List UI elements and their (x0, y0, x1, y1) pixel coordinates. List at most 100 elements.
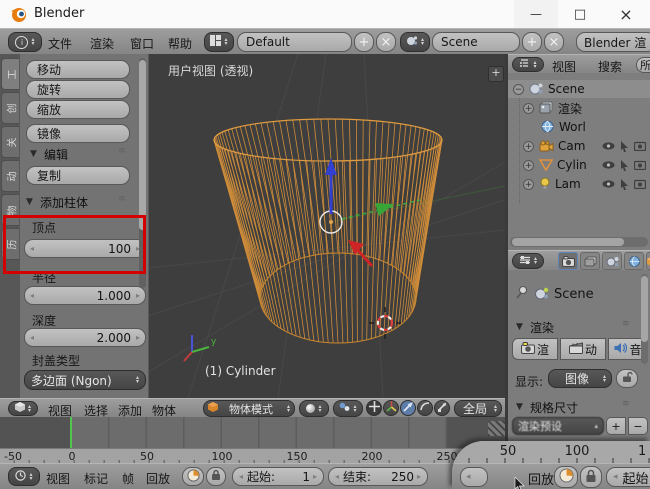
collapse-triangle-icon[interactable]: ▼ (30, 149, 37, 159)
visibility-toggle[interactable] (600, 139, 616, 153)
overlay-ruler[interactable]: 50 100 1 (452, 441, 650, 464)
timeline-menu-playback[interactable]: 回放 (146, 470, 170, 487)
timeline-menu-view[interactable]: 视图 (46, 470, 70, 487)
scene-name-field[interactable]: Scene (432, 32, 520, 52)
scale-button[interactable]: 缩放 (26, 100, 130, 119)
frame-end-field[interactable]: ◂ 结束: 250 ▸ (328, 467, 428, 486)
stepper-left-icon[interactable]: ◂ (335, 472, 339, 481)
depth-slider[interactable]: ◂ 2.000 ▸ (24, 328, 146, 347)
timeline-menu-frame[interactable]: 帧 (122, 470, 134, 487)
scene-browse-button[interactable]: ▴▾ (400, 32, 430, 52)
outliner-filter-dropdown[interactable]: 所 (636, 57, 650, 73)
tool-tab-relations[interactable]: 关 (1, 126, 19, 158)
tab-object[interactable] (646, 252, 650, 270)
selectability-toggle[interactable] (616, 158, 632, 172)
render-still-button[interactable]: 渲 (512, 338, 558, 360)
tool-tab-create[interactable]: 创 (1, 92, 19, 124)
close-button[interactable]: × (602, 0, 650, 28)
region-expand-button[interactable]: + (488, 66, 504, 82)
expand-icon[interactable]: + (523, 103, 534, 114)
mode-dropdown[interactable]: 物体模式 ▴▾ (203, 400, 295, 417)
cap-fill-type-dropdown[interactable]: 多边面 (Ngon) ▴▾ (24, 370, 146, 390)
screen-layout-field[interactable]: Default (237, 32, 352, 52)
dimensions-panel-header[interactable]: 规格尺寸 (530, 399, 578, 416)
lock-button[interactable] (206, 467, 226, 486)
editor-type-timeline-button[interactable]: ▴▾ (8, 467, 40, 486)
selectability-toggle[interactable] (616, 177, 632, 191)
render-toggle[interactable] (632, 158, 648, 172)
overlay-playback-menu[interactable]: 回放 (528, 469, 554, 488)
radius-slider[interactable]: ◂ 1.000 ▸ (24, 286, 146, 305)
scale-manipulator-button[interactable] (417, 400, 433, 416)
overlay-av-sync-button[interactable] (554, 466, 578, 488)
add-layout-button[interactable]: + (354, 32, 374, 52)
selectability-toggle[interactable] (616, 139, 632, 153)
tool-tab-animation[interactable]: 动 (1, 160, 19, 192)
menu-file[interactable]: 文件 (48, 35, 72, 52)
visibility-toggle[interactable] (600, 158, 616, 172)
outliner-row-cylinder[interactable]: + Cylin (508, 156, 650, 174)
rotate-manipulator-button[interactable] (400, 400, 416, 416)
editor-type-3dview-button[interactable]: ▴▾ (8, 401, 38, 416)
add-scene-button[interactable]: + (522, 32, 542, 52)
remove-layout-button[interactable]: × (376, 32, 396, 52)
collapse-triangle-icon[interactable]: ▼ (516, 402, 523, 412)
render-panel-header[interactable]: 渲染 (530, 319, 554, 336)
tab-render-layers[interactable] (580, 252, 600, 270)
outliner-row-scene[interactable]: − Scene (508, 80, 650, 98)
render-toggle[interactable] (632, 139, 648, 153)
frame-start-field[interactable]: ◂ 起始: 1 ▸ (232, 467, 324, 486)
translate-manipulator-button[interactable] (383, 400, 399, 416)
visibility-toggle[interactable] (600, 177, 616, 191)
stepper-right-icon[interactable]: ▸ (136, 333, 140, 342)
rotate-button[interactable]: 旋转 (26, 80, 130, 99)
pivot-point-dropdown[interactable]: ▴▾ (333, 400, 363, 417)
stepper-right-icon[interactable]: ▸ (417, 472, 421, 481)
editor-type-info-button[interactable]: i ▴▾ (8, 32, 42, 52)
render-toggle[interactable] (632, 177, 648, 191)
editor-type-properties-button[interactable]: ▴▾ (512, 253, 544, 269)
stepper-left-icon[interactable]: ◂ (613, 472, 618, 482)
av-sync-button[interactable] (182, 467, 204, 486)
edit-panel-header[interactable]: 编辑 (44, 146, 68, 163)
menu-help[interactable]: 帮助 (168, 35, 192, 52)
overlay-frame-start-field[interactable]: ◂ 起始: (606, 467, 650, 487)
collapse-triangle-icon[interactable]: ▼ (516, 322, 523, 332)
render-engine-dropdown[interactable]: Blender 渲 (576, 32, 650, 52)
transform-orientation-dropdown[interactable]: 全局 ▴▾ (454, 400, 502, 417)
collapse-icon[interactable]: − (513, 84, 524, 95)
stepper-left-icon[interactable]: ◂ (239, 472, 243, 481)
remove-scene-button[interactable]: × (544, 32, 564, 52)
overlay-field-cap[interactable]: ◂ (460, 467, 488, 487)
menu-render[interactable]: 渲染 (90, 35, 114, 52)
viewport-3d[interactable]: 用户视图 (透视) y (1) Cylinder + (148, 54, 505, 398)
properties-scrollbar[interactable] (641, 274, 648, 364)
outliner-row-world[interactable]: Worl (508, 118, 650, 136)
overlay-lock-button[interactable] (580, 466, 602, 488)
add-cylinder-panel-header[interactable]: 添加柱体 (40, 194, 88, 211)
preset-add-button[interactable]: + (606, 417, 626, 435)
timeline-menu-marker[interactable]: 标记 (84, 470, 108, 487)
viewport-shading-dropdown[interactable]: ▴▾ (299, 400, 329, 417)
collapse-triangle-icon[interactable]: ▼ (26, 197, 33, 207)
tab-render[interactable] (558, 252, 578, 270)
render-animation-button[interactable]: 动 (560, 338, 606, 360)
duplicate-button[interactable]: 复制 (26, 166, 130, 185)
tool-tab-tools[interactable]: 工 (1, 58, 19, 90)
screen-layout-button[interactable]: ▴▾ (204, 32, 234, 52)
stepper-right-icon[interactable]: ▸ (136, 291, 140, 300)
menu-window[interactable]: 窗口 (130, 35, 154, 52)
tab-world[interactable] (624, 252, 644, 270)
stepper-right-icon[interactable]: ▸ (313, 472, 317, 481)
move-button[interactable]: 移动 (26, 60, 130, 79)
manipulator-toggle-button[interactable] (366, 400, 382, 416)
current-frame-marker[interactable] (70, 417, 72, 448)
preset-remove-button[interactable]: − (628, 417, 648, 435)
render-presets-dropdown[interactable]: 渲染预设 ▴ (512, 417, 604, 435)
expand-icon[interactable]: + (523, 160, 534, 171)
editor-type-outliner-button[interactable]: ▴▾ (512, 57, 544, 72)
outliner-row-render[interactable]: + 渲染 (508, 99, 650, 117)
outliner-h-scrollbar[interactable] (510, 237, 648, 247)
maximize-button[interactable]: □ (558, 0, 602, 28)
transform-manipulator-button[interactable] (434, 400, 450, 416)
